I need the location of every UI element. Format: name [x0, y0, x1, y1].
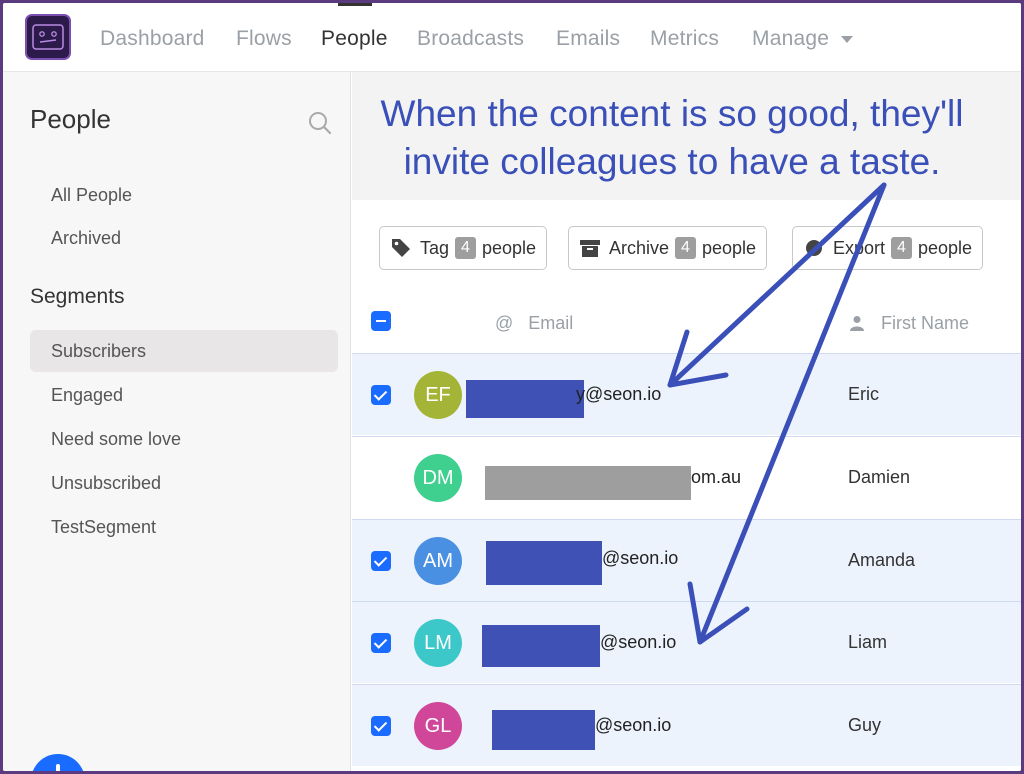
segment-engaged[interactable]: Engaged [30, 374, 338, 416]
table-row[interactable]: LM @seon.io Liam [352, 601, 1021, 683]
row-email: y@seon.io [576, 384, 662, 404]
export-button-label: Export [833, 237, 886, 258]
column-email[interactable]: @ Email [495, 313, 573, 334]
archive-button-suffix: people [701, 237, 756, 258]
export-icon [803, 237, 825, 259]
redaction-box [485, 466, 691, 500]
row-email: om.au [691, 467, 742, 487]
nav-people[interactable]: People [321, 27, 388, 51]
tag-button-suffix: people [481, 237, 536, 258]
annotation-line-2: invite colleagues to have a taste. [403, 141, 941, 182]
person-icon [850, 315, 864, 336]
nav-broadcasts[interactable]: Broadcasts [417, 27, 524, 51]
nav-flows[interactable]: Flows [236, 27, 292, 51]
row-first-name: Liam [848, 632, 888, 652]
row-checkbox[interactable] [371, 551, 391, 571]
sidebar-title: People [30, 104, 111, 134]
export-button-suffix: people [917, 237, 972, 258]
segment-testsegment[interactable]: TestSegment [30, 506, 338, 548]
tag-icon [390, 237, 412, 259]
avatar: DM [414, 454, 462, 502]
help-chat-button[interactable] [31, 754, 85, 771]
chevron-down-icon[interactable] [841, 36, 853, 43]
annotation-line-1: When the content is so good, they'll [380, 93, 964, 134]
sidebar: People All People Archived Segments Subs… [3, 72, 351, 771]
row-checkbox[interactable] [371, 716, 391, 736]
export-count-badge: 4 [891, 237, 912, 259]
row-email: @seon.io [600, 632, 677, 652]
top-nav: Dashboard Flows People Broadcasts Emails… [3, 3, 1021, 72]
app-logo-icon[interactable] [25, 14, 71, 60]
column-email-label: Email [528, 313, 574, 333]
column-first-name[interactable]: First Name [850, 313, 969, 336]
avatar: GL [414, 702, 462, 750]
tag-button-label: Tag [420, 237, 450, 258]
row-first-name: Damien [848, 467, 911, 487]
search-icon[interactable] [307, 110, 333, 141]
table-row[interactable]: GL @seon.io Guy [352, 684, 1021, 766]
app-window: Dashboard Flows People Broadcasts Emails… [3, 3, 1021, 771]
row-checkbox[interactable] [371, 633, 391, 653]
annotation-text: When the content is so good, they'll inv… [352, 90, 992, 186]
table-row[interactable]: DM om.au Damien [352, 436, 1021, 518]
archive-icon [579, 237, 601, 259]
redaction-box [466, 380, 584, 418]
row-email: @seon.io [602, 548, 679, 568]
nav-emails[interactable]: Emails [556, 27, 620, 51]
segments-heading: Segments [30, 285, 125, 308]
segment-unsubscribed[interactable]: Unsubscribed [30, 462, 338, 504]
archive-button[interactable]: Archive 4 people [568, 226, 767, 270]
table-row[interactable]: EF y@seon.io Eric [352, 353, 1021, 435]
export-button[interactable]: Export 4 people [792, 226, 983, 270]
redaction-box [482, 625, 600, 667]
nav-dashboard[interactable]: Dashboard [100, 27, 205, 51]
segment-need-some-love[interactable]: Need some love [30, 418, 338, 460]
row-first-name: Guy [848, 715, 882, 735]
select-all-checkbox[interactable] [371, 311, 391, 331]
sidebar-item-all-people[interactable]: All People [51, 185, 132, 206]
segment-subscribers[interactable]: Subscribers [30, 330, 338, 372]
redaction-box [486, 541, 602, 585]
sidebar-item-archived[interactable]: Archived [51, 228, 121, 249]
redaction-box [492, 710, 595, 750]
nav-manage[interactable]: Manage [752, 27, 829, 51]
tag-count-badge: 4 [455, 237, 476, 259]
tag-button[interactable]: Tag 4 people [379, 226, 547, 270]
row-email: @seon.io [595, 715, 672, 735]
archive-button-label: Archive [609, 237, 670, 258]
avatar: LM [414, 619, 462, 667]
column-first-name-label: First Name [881, 313, 970, 333]
at-sign-icon: @ [495, 313, 514, 333]
row-first-name: Eric [848, 384, 879, 404]
avatar: AM [414, 537, 462, 585]
main-content: When the content is so good, they'll inv… [352, 72, 1021, 771]
archive-count-badge: 4 [675, 237, 696, 259]
avatar: EF [414, 371, 462, 419]
nav-active-indicator [338, 3, 372, 6]
row-checkbox[interactable] [371, 385, 391, 405]
row-first-name: Amanda [848, 550, 916, 570]
table-row[interactable]: AM @seon.io Amanda [352, 519, 1021, 601]
nav-metrics[interactable]: Metrics [650, 27, 719, 51]
